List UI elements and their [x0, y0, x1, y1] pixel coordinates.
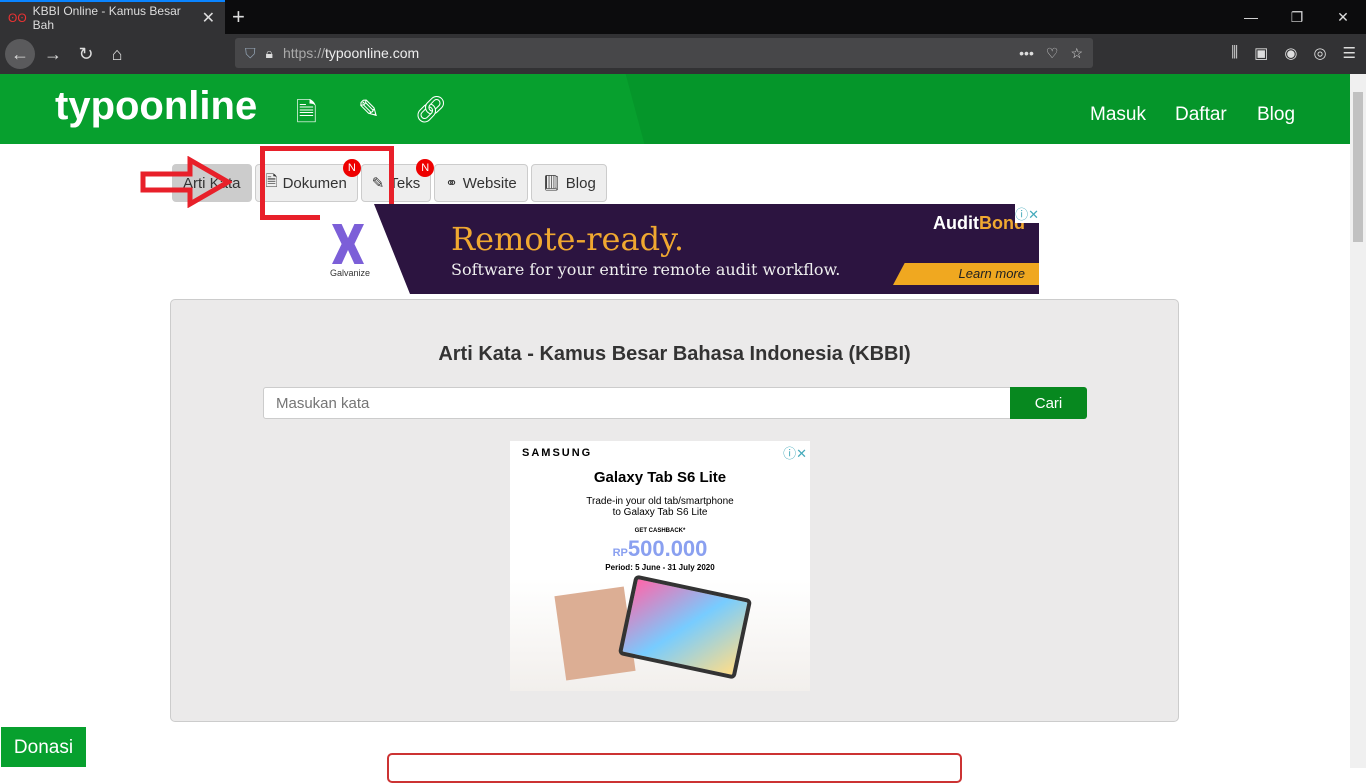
- search-panel: Arti Kata - Kamus Besar Bahasa Indonesia…: [170, 299, 1179, 722]
- restore-icon[interactable]: ❐: [1274, 0, 1320, 34]
- browser-tab-bar: ʘʘ KBBI Online - Kamus Besar Bah ✕ + — ❐ ✕: [0, 0, 1366, 34]
- account-icon[interactable]: ◉: [1284, 44, 1297, 62]
- pocket-icon[interactable]: ♡: [1046, 45, 1059, 62]
- home-icon[interactable]: ⌂: [102, 39, 132, 69]
- samsung-ad[interactable]: SAMSUNG ⓘ✕ Galaxy Tab S6 Lite Trade-in y…: [510, 441, 810, 691]
- ad-close-icon[interactable]: ⓘ✕: [783, 443, 807, 462]
- ad-brand: Galvanize: [330, 268, 371, 278]
- annotation-arrow-icon: [140, 156, 232, 208]
- forward-icon[interactable]: →: [38, 39, 68, 69]
- tab-label: Teks: [389, 174, 421, 192]
- tab-label: Website: [462, 174, 517, 192]
- reload-icon[interactable]: ↻: [71, 39, 101, 69]
- back-icon[interactable]: ←: [5, 39, 35, 69]
- url-protocol: https://: [282, 45, 325, 61]
- ad-period: Period: 5 June - 31 July 2020: [605, 563, 715, 572]
- banner-ad[interactable]: Galvanize Remote-ready. Software for you…: [320, 204, 1039, 294]
- bookmark-star-icon[interactable]: ☆: [1070, 45, 1083, 62]
- more-icon[interactable]: •••: [1019, 45, 1034, 62]
- ad-brand: SAMSUNG: [522, 447, 593, 459]
- nav-blog[interactable]: Blog: [1257, 104, 1295, 126]
- close-tab-icon[interactable]: ✕: [202, 8, 215, 28]
- minimize-icon[interactable]: —: [1228, 0, 1274, 34]
- ad-headline: Remote-ready.: [451, 220, 685, 258]
- nav-bar: ← → ↻ ⌂ ⛉ 🔒︎ https:// typoonline.com •••…: [0, 34, 1366, 74]
- shield-icon[interactable]: ⛉: [245, 45, 256, 62]
- tab-title: KBBI Online - Kamus Besar Bah: [32, 4, 181, 32]
- search-button[interactable]: Cari: [1010, 387, 1087, 419]
- learn-more-button[interactable]: Learn more: [893, 263, 1039, 285]
- new-badge: N: [416, 159, 435, 177]
- link-icon: ⚭: [445, 175, 458, 192]
- menu-icon[interactable]: ☰: [1343, 44, 1356, 62]
- tab-blog[interactable]: 📕︎ Blog: [530, 164, 607, 202]
- nav-daftar[interactable]: Daftar: [1175, 104, 1227, 126]
- pencil-icon[interactable]: ✎: [358, 94, 380, 125]
- ad-amount: RP500.000: [612, 536, 708, 561]
- ad-text: Trade-in your old tab/smartphone to Galax…: [586, 496, 734, 518]
- browser-tab[interactable]: ʘʘ KBBI Online - Kamus Besar Bah ✕: [0, 0, 225, 34]
- ad-close-icon[interactable]: ⓘ✕: [1015, 204, 1039, 223]
- library-icon[interactable]: ⫼: [1231, 44, 1238, 62]
- link-icon[interactable]: 🔗︎: [414, 94, 447, 125]
- favicon-icon: ʘʘ: [8, 11, 27, 25]
- ad-subtext: Software for your entire remote audit wo…: [451, 260, 841, 279]
- page-title: Arti Kata - Kamus Besar Bahasa Indonesia…: [438, 343, 911, 365]
- document-icon[interactable]: 🗎: [296, 94, 317, 138]
- tab-website[interactable]: ⚭ Website: [434, 164, 528, 202]
- result-box: [387, 753, 962, 783]
- site-logo[interactable]: typoonline: [55, 84, 257, 129]
- url-bar[interactable]: ⛉ 🔒︎ https:// typoonline.com ••• ♡ ☆: [235, 38, 1093, 68]
- scrollbar[interactable]: [1350, 74, 1366, 768]
- url-host: typoonline.com: [324, 45, 420, 61]
- search-input[interactable]: [263, 387, 1011, 419]
- ad-title: Galaxy Tab S6 Lite: [593, 469, 727, 486]
- donate-button[interactable]: Donasi: [0, 726, 87, 768]
- new-tab-icon[interactable]: +: [232, 4, 245, 30]
- nav-masuk[interactable]: Masuk: [1090, 104, 1146, 126]
- ad-cashback: GET CASHBACK*: [634, 528, 686, 534]
- lock-icon: 🔒︎: [265, 44, 273, 61]
- sync-icon[interactable]: ◎: [1313, 44, 1326, 62]
- ad-logo: AuditBond: [933, 213, 1025, 233]
- book-icon: 📕︎: [541, 175, 561, 192]
- close-window-icon[interactable]: ✕: [1320, 0, 1366, 34]
- tab-label: Blog: [565, 174, 596, 192]
- sidebar-icon[interactable]: ▣: [1254, 44, 1268, 62]
